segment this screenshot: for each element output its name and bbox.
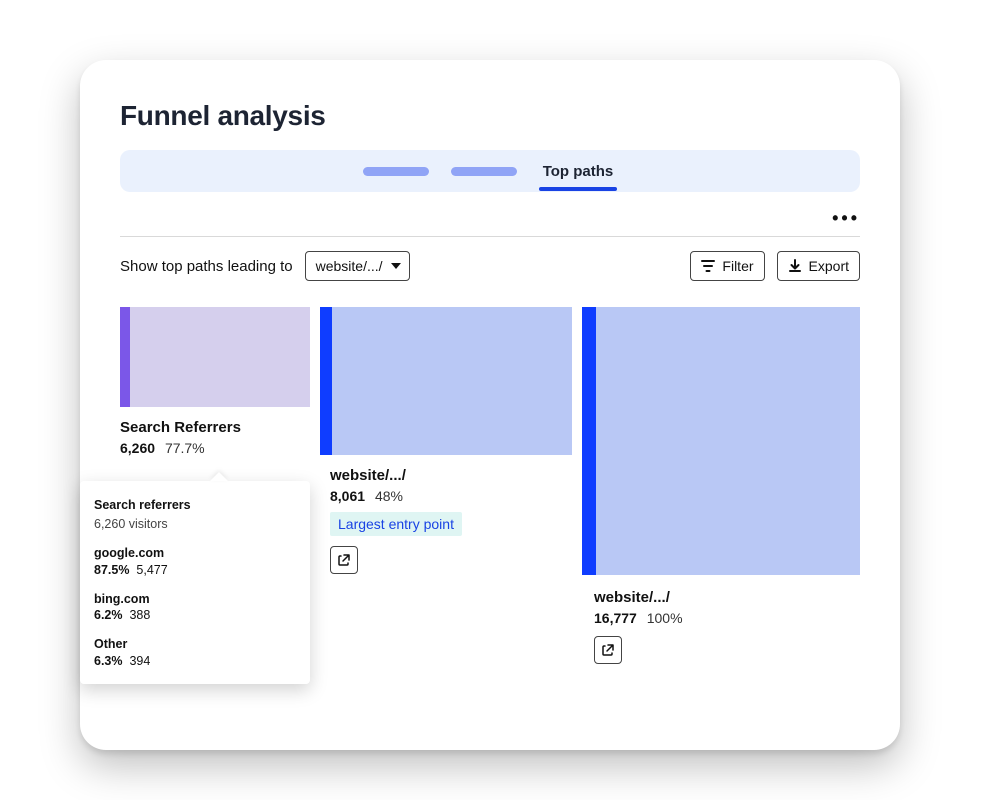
tooltip-title: Search referrers bbox=[94, 497, 296, 514]
filter-icon bbox=[701, 259, 715, 273]
open-page-button-3[interactable] bbox=[594, 636, 622, 664]
external-link-icon bbox=[337, 553, 351, 567]
filter-button-label: Filter bbox=[722, 258, 753, 274]
tooltip-subtitle: 6,260 visitors bbox=[94, 516, 296, 533]
more-menu-icon[interactable]: ••• bbox=[832, 208, 860, 229]
export-button[interactable]: Export bbox=[777, 251, 860, 281]
tab-top-paths-label: Top paths bbox=[543, 163, 614, 180]
tooltip-row-2-label: Other bbox=[94, 637, 127, 651]
path-select[interactable]: website/.../ bbox=[305, 251, 410, 281]
stage-1-name: Search Referrers bbox=[120, 419, 241, 436]
tab-placeholder-2[interactable] bbox=[451, 167, 517, 176]
stage-2-name: website/.../ bbox=[330, 467, 462, 484]
export-button-label: Export bbox=[809, 258, 849, 274]
largest-entry-badge: Largest entry point bbox=[330, 512, 462, 536]
tooltip-row-2-percent: 6.3% bbox=[94, 654, 123, 668]
tooltip-row-1: bing.com 6.2% 388 bbox=[94, 591, 296, 625]
tab-placeholder-1[interactable] bbox=[363, 167, 429, 176]
divider bbox=[120, 236, 860, 237]
stage-2-count: 8,061 bbox=[330, 488, 365, 504]
tooltip-row-1-percent: 6.2% bbox=[94, 608, 123, 622]
stage-2-percent: 48% bbox=[375, 488, 403, 504]
tooltip-row-2-count: 394 bbox=[129, 654, 150, 668]
stage-1-label: Search Referrers 6,260 77.7% bbox=[120, 419, 241, 456]
tooltip-row-0-percent: 87.5% bbox=[94, 563, 129, 577]
filter-button[interactable]: Filter bbox=[690, 251, 764, 281]
tooltip-row-0-count: 5,477 bbox=[136, 563, 167, 577]
analytics-card: Funnel analysis Top paths ••• Show top p… bbox=[80, 60, 900, 750]
tooltip-row-2: Other 6.3% 394 bbox=[94, 636, 296, 670]
path-select-value: website/.../ bbox=[316, 258, 383, 274]
stage-3-label: website/.../ 16,777 100% bbox=[594, 589, 683, 664]
stage-3-stats: 16,777 100% bbox=[594, 610, 683, 626]
referrers-tooltip: Search referrers 6,260 visitors google.c… bbox=[80, 481, 310, 684]
stage-2-stats: 8,061 48% bbox=[330, 488, 462, 504]
lead-label: Show top paths leading to bbox=[120, 258, 293, 275]
stage-2-label: website/.../ 8,061 48% Largest entry poi… bbox=[330, 467, 462, 574]
controls-row: Show top paths leading to website/.../ F… bbox=[120, 251, 860, 281]
tooltip-row-1-count: 388 bbox=[129, 608, 150, 622]
chevron-down-icon bbox=[391, 263, 401, 269]
page-title: Funnel analysis bbox=[120, 100, 860, 132]
stage-3-name: website/.../ bbox=[594, 589, 683, 606]
stage-1-percent: 77.7% bbox=[165, 440, 205, 456]
tabstrip: Top paths bbox=[120, 150, 860, 192]
external-link-icon bbox=[601, 643, 615, 657]
open-page-button-2[interactable] bbox=[330, 546, 358, 574]
tab-underline bbox=[539, 187, 618, 191]
tab-top-paths[interactable]: Top paths bbox=[539, 163, 618, 180]
tooltip-row-0-label: google.com bbox=[94, 546, 164, 560]
tooltip-row-0: google.com 87.5% 5,477 bbox=[94, 545, 296, 579]
stage-3-count: 16,777 bbox=[594, 610, 637, 626]
stage-3-percent: 100% bbox=[647, 610, 683, 626]
tooltip-row-1-label: bing.com bbox=[94, 592, 150, 606]
card-menu-row: ••• bbox=[120, 204, 860, 232]
download-icon bbox=[788, 259, 802, 273]
funnel-chart: Search Referrers 6,260 77.7% website/...… bbox=[120, 307, 860, 747]
stage-1-count: 6,260 bbox=[120, 440, 155, 456]
stage-1-stats: 6,260 77.7% bbox=[120, 440, 241, 456]
